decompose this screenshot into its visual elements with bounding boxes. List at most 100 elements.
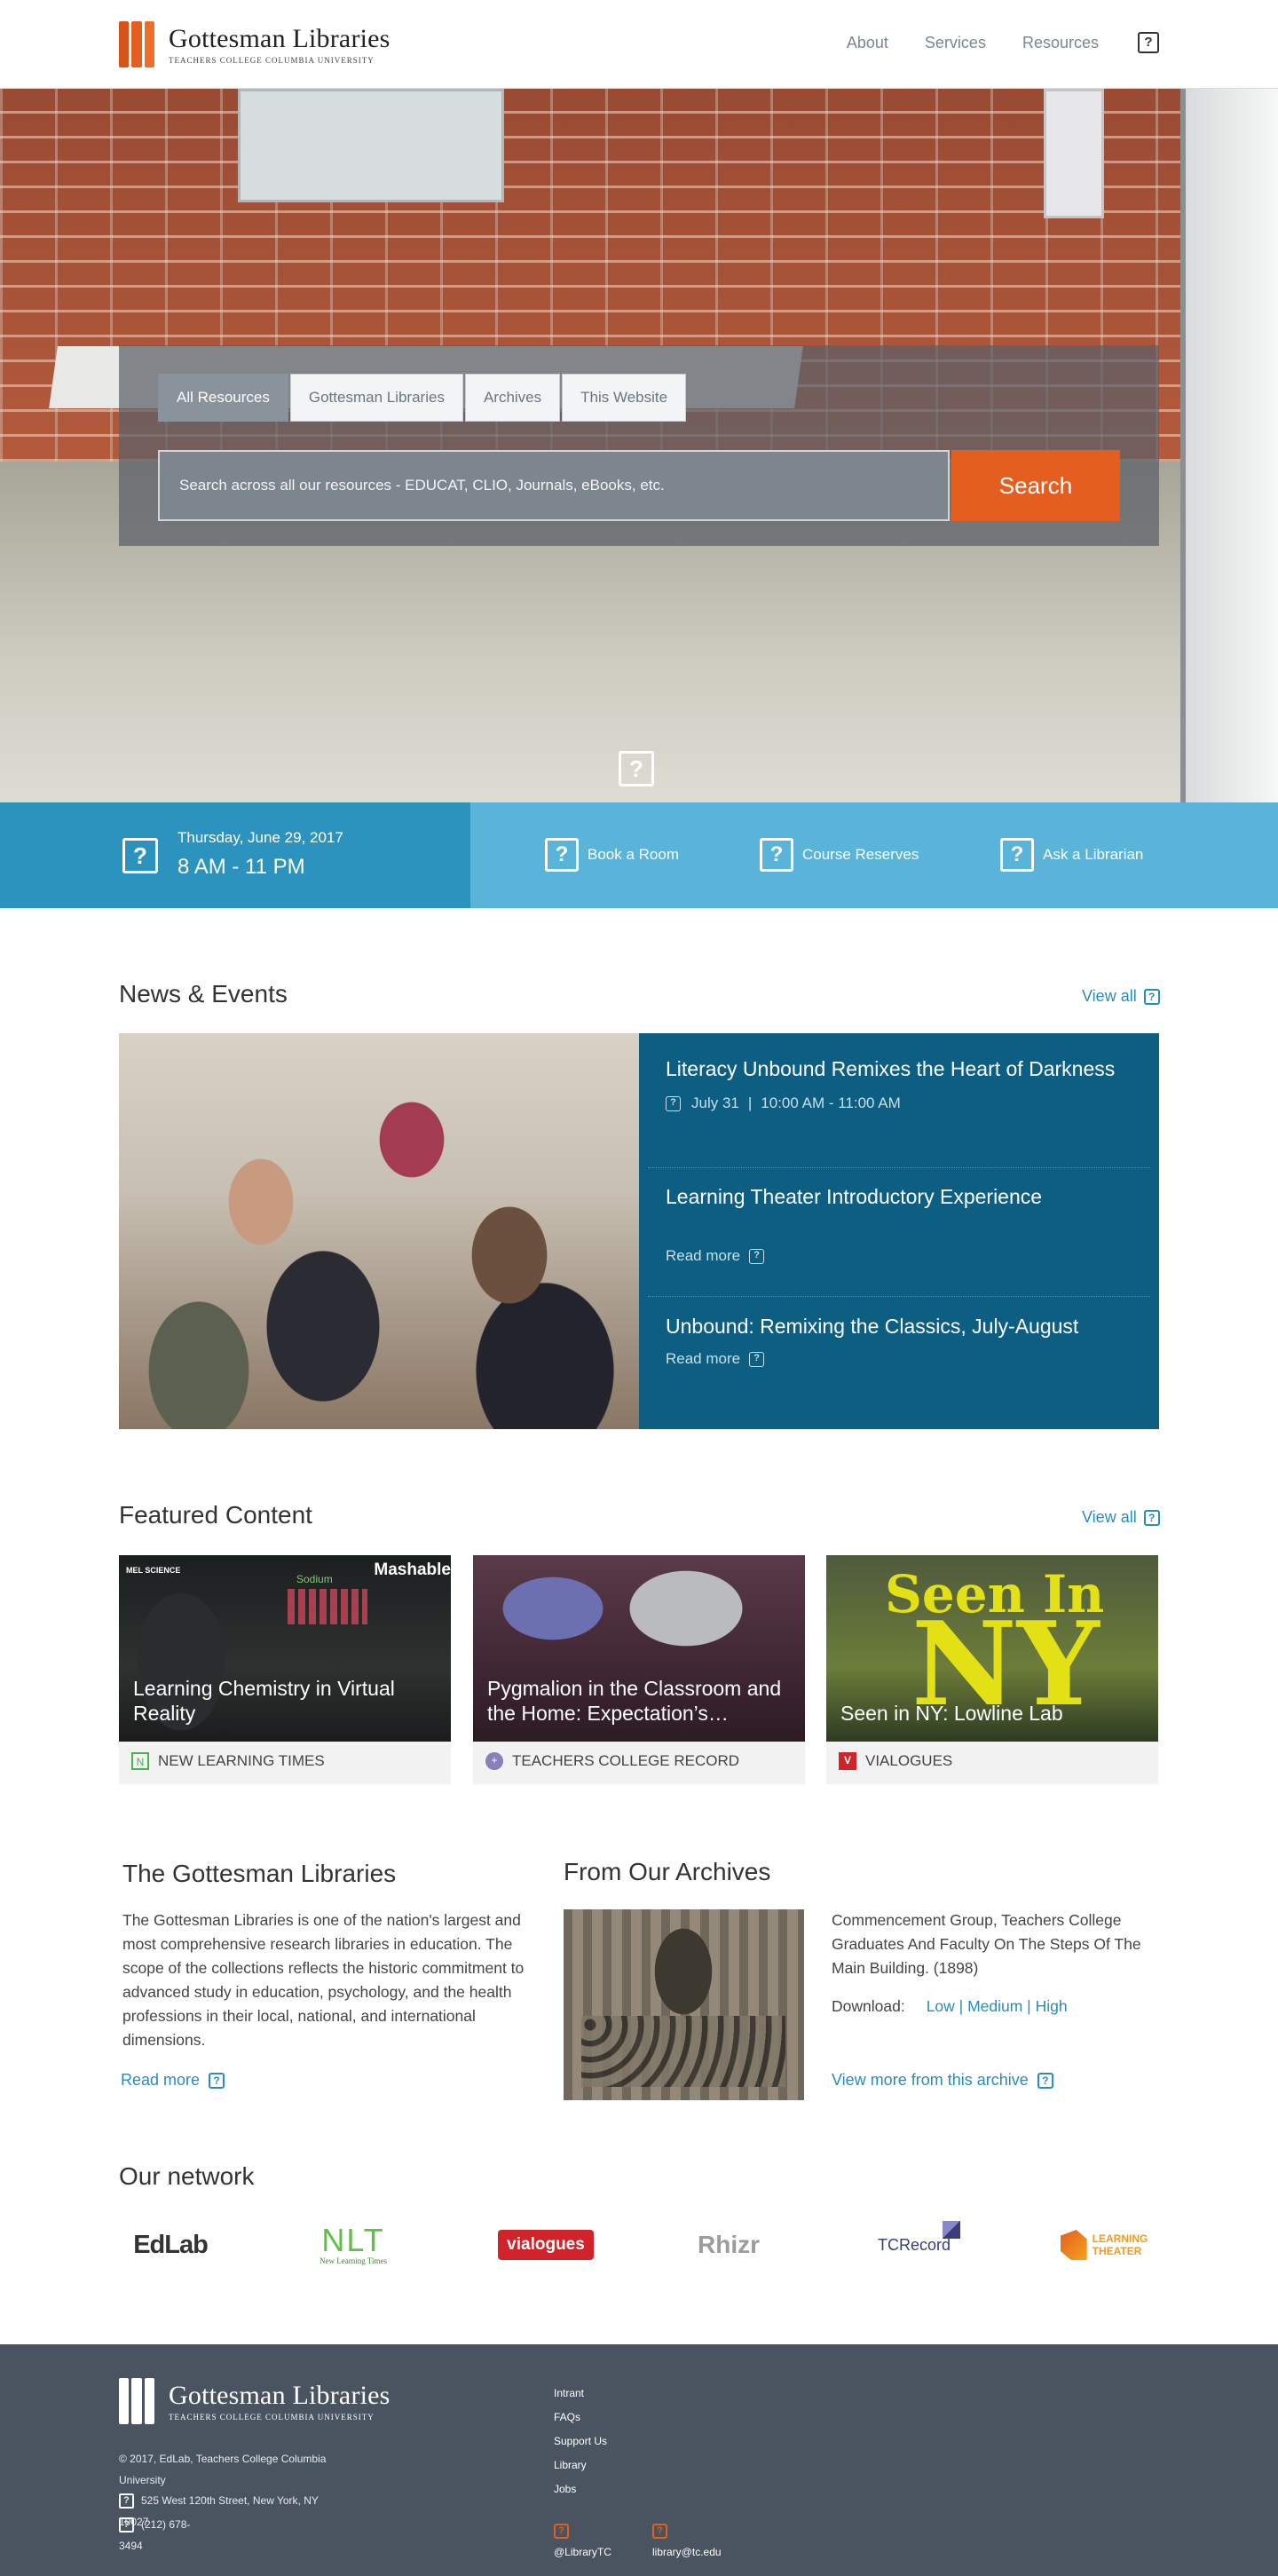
view-more-label: View more from this archive xyxy=(832,2071,1029,2089)
download-row: Download: Low | Medium | High xyxy=(832,1997,1068,2016)
read-more-link[interactable]: Read more ? xyxy=(666,1247,1132,1265)
news-item-time: 10:00 AM - 11:00 AM xyxy=(761,1094,901,1111)
news-photo[interactable] xyxy=(119,1033,639,1429)
book-room-label: Book a Room xyxy=(588,846,679,863)
info-bar: ? Thursday, June 29, 2017 8 AM - 11 PM ?… xyxy=(0,802,1278,908)
email-address: library@tc.edu xyxy=(652,2546,722,2558)
menu-question-icon[interactable]: ? xyxy=(1138,32,1159,53)
news-title: News & Events xyxy=(119,980,288,1007)
periodic-table-graphic xyxy=(288,1589,367,1624)
footer-link-jobs[interactable]: Jobs xyxy=(554,2477,607,2501)
news-item-title: Learning Theater Introductory Experience xyxy=(666,1185,1043,1208)
featured-card[interactable]: Pygmalion in the Classroom and the Home:… xyxy=(473,1555,805,1784)
card-title: Learning Chemistry in Virtual Reality xyxy=(133,1677,395,1725)
card-source-label: TEACHERS COLLEGE RECORD xyxy=(512,1752,739,1769)
edlab-logo-text: EdLab xyxy=(133,2230,209,2259)
nlt-icon: N xyxy=(131,1752,149,1770)
card-image-text: Sodium xyxy=(296,1573,333,1585)
featured-title: Featured Content xyxy=(119,1501,312,1529)
search-input[interactable] xyxy=(158,450,950,521)
hero-banner: All Resources Gottesman Libraries Archiv… xyxy=(0,89,1278,802)
featured-card[interactable]: Seen In NY Seen in NY: Lowline Lab V VIA… xyxy=(826,1555,1158,1784)
footer-logo-mark-icon xyxy=(119,2378,154,2424)
nav-about[interactable]: About xyxy=(847,34,888,52)
archive-view-more[interactable]: View more from this archive ? xyxy=(832,2071,1053,2090)
news-item-meta: ? July 31 | 10:00 AM - 11:00 AM xyxy=(666,1094,1132,1112)
featured-view-all[interactable]: View all ? xyxy=(1082,1508,1160,1527)
hero-whiteboard xyxy=(238,89,504,202)
rhizr-logo[interactable]: Rhizr xyxy=(689,2219,769,2271)
card-image: Seen In NY Seen in NY: Lowline Lab xyxy=(826,1555,1158,1742)
download-label: Download: xyxy=(832,1997,905,2015)
read-more-link[interactable]: Read more ? xyxy=(666,1350,1132,1368)
course-reserves-link[interactable]: ? Course Reserves xyxy=(760,838,919,872)
twitter-icon: ? xyxy=(554,2524,569,2539)
download-links[interactable]: Low | Medium | High xyxy=(927,1997,1068,2016)
book-room-link[interactable]: ? Book a Room xyxy=(545,838,679,872)
reserves-icon: ? xyxy=(760,838,793,872)
scroll-down-icon[interactable]: ? xyxy=(619,751,654,786)
archive-caption: Commencement Group, Teachers College Gra… xyxy=(832,1911,1141,1977)
card-source-label: NEW LEARNING TIMES xyxy=(158,1752,325,1769)
card-source-label: VIALOGUES xyxy=(865,1752,953,1769)
librarian-icon: ? xyxy=(1000,838,1034,872)
nav-services[interactable]: Services xyxy=(925,34,986,52)
tab-archives[interactable]: Archives xyxy=(464,374,561,422)
search-tabs: All Resources Gottesman Libraries Archiv… xyxy=(158,374,688,422)
divider xyxy=(648,1167,1150,1168)
ask-librarian-label: Ask a Librarian xyxy=(1043,846,1144,863)
network-title: Our network xyxy=(119,2162,255,2190)
learning-theater-logo[interactable]: LEARNING THEATER xyxy=(1051,2219,1157,2271)
site-logo[interactable]: Gottesman Libraries TEACHERS COLLEGE COL… xyxy=(119,21,390,67)
phone-icon: ? xyxy=(119,2517,134,2533)
news-item[interactable]: Literacy Unbound Remixes the Heart of Da… xyxy=(666,1056,1132,1112)
news-view-all[interactable]: View all ? xyxy=(1082,987,1160,1006)
tab-all-resources[interactable]: All Resources xyxy=(158,374,288,422)
tcrecord-logo-text: TCRecord xyxy=(877,2235,951,2254)
read-more-label: Read more xyxy=(666,1247,741,1264)
featured-card[interactable]: MEL SCIENCE Mashable Sodium Learning Che… xyxy=(119,1555,451,1784)
ask-librarian-link[interactable]: ? Ask a Librarian xyxy=(1000,838,1143,872)
today-hours: 8 AM - 11 PM xyxy=(178,855,305,879)
about-read-more[interactable]: Read more ? xyxy=(121,2071,225,2090)
footer-link-intrant[interactable]: Intrant xyxy=(554,2382,607,2406)
hero-frame xyxy=(1044,89,1104,218)
edlab-logo[interactable]: EdLab xyxy=(124,2219,217,2271)
tab-gottesman-libraries[interactable]: Gottesman Libraries xyxy=(289,374,463,422)
vialogues-logo[interactable]: vialogues xyxy=(495,2219,596,2271)
news-item[interactable]: Unbound: Remixing the Classics, July-Aug… xyxy=(666,1314,1132,1368)
rhizr-logo-text: Rhizr xyxy=(698,2231,760,2258)
archive-photo[interactable] xyxy=(564,1909,804,2100)
footer-copyright: © 2017, EdLab, Teachers College Columbia… xyxy=(119,2453,327,2486)
email-link[interactable]: ? library@tc.edu xyxy=(652,2524,722,2558)
footer-link-library[interactable]: Library xyxy=(554,2454,607,2477)
footer-phone: ? (212) 678-3494 xyxy=(119,2514,199,2556)
tcr-icon: + xyxy=(485,1752,503,1770)
tcrecord-logo[interactable]: TCRecord xyxy=(868,2219,960,2271)
room-icon: ? xyxy=(545,838,579,872)
search-panel: All Resources Gottesman Libraries Archiv… xyxy=(119,345,1159,546)
twitter-link[interactable]: ? @LibraryTC xyxy=(554,2524,611,2558)
search-button[interactable]: Search xyxy=(951,450,1120,521)
arrow-icon: ? xyxy=(209,2072,225,2089)
footer-link-support[interactable]: Support Us xyxy=(554,2430,607,2454)
news-item-title: Literacy Unbound Remixes the Heart of Da… xyxy=(666,1057,1116,1080)
arrow-icon: ? xyxy=(1143,988,1160,1005)
news-item[interactable]: Learning Theater Introductory Experience… xyxy=(666,1184,1132,1265)
hours-panel: ? Thursday, June 29, 2017 8 AM - 11 PM xyxy=(0,802,470,908)
nav-resources[interactable]: Resources xyxy=(1022,34,1099,52)
featured-view-all-label: View all xyxy=(1082,1508,1137,1526)
news-item-date: July 31 xyxy=(691,1094,739,1111)
footer-logo[interactable]: Gottesman Libraries TEACHERS COLLEGE COL… xyxy=(119,2378,390,2424)
learning-theater-line-2: THEATER xyxy=(1092,2245,1142,2257)
card-image: Pygmalion in the Classroom and the Home:… xyxy=(473,1555,805,1742)
card-title: Seen in NY: Lowline Lab xyxy=(840,1702,1063,1725)
today-date: Thursday, June 29, 2017 xyxy=(178,829,343,846)
card-image: MEL SCIENCE Mashable Sodium Learning Che… xyxy=(119,1555,451,1742)
nlt-logo[interactable]: NLT New Learning Times xyxy=(302,2219,405,2271)
course-reserves-label: Course Reserves xyxy=(802,846,919,863)
footer-link-faqs[interactable]: FAQs xyxy=(554,2406,607,2430)
arrow-icon: ? xyxy=(749,1351,765,1367)
tab-this-website[interactable]: This Website xyxy=(562,374,687,422)
read-more-label: Read more xyxy=(666,1350,741,1367)
